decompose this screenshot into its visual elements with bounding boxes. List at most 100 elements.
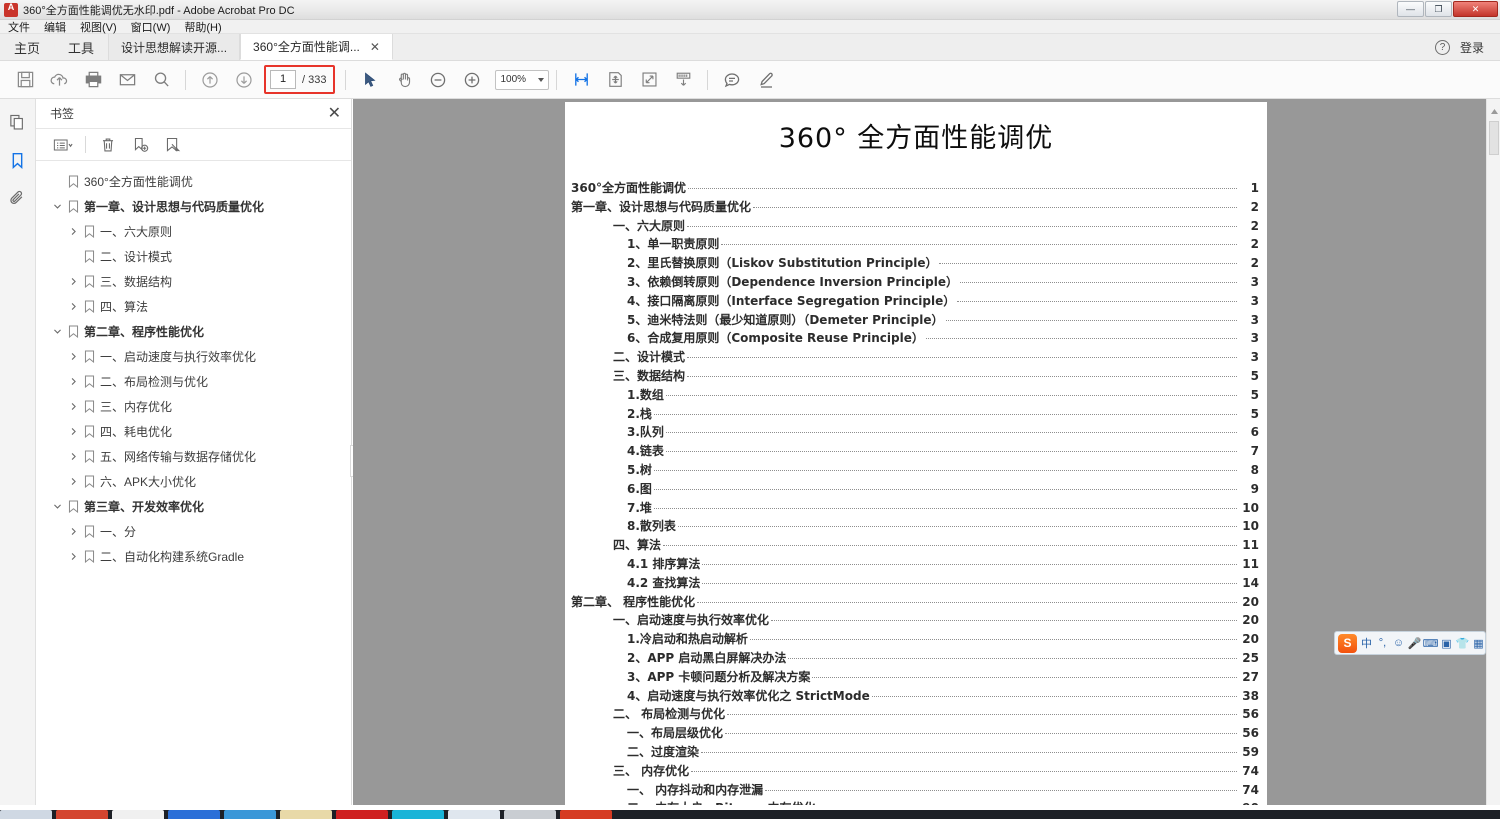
- minimize-button[interactable]: —: [1397, 1, 1424, 17]
- document-tab-2[interactable]: 360°全方面性能调... ✕: [240, 34, 393, 60]
- toc-entry[interactable]: 1、单一职责原则 2: [571, 235, 1259, 254]
- toc-entry[interactable]: 2.栈 5: [571, 405, 1259, 424]
- page-number-input[interactable]: 1: [270, 70, 296, 89]
- bookmark-item[interactable]: 360°全方面性能调优: [36, 169, 351, 194]
- page-thumbnails-icon[interactable]: [4, 109, 32, 135]
- taskbar-item[interactable]: [56, 810, 108, 819]
- taskbar-item[interactable]: [504, 810, 556, 819]
- windows-taskbar[interactable]: [0, 810, 1500, 819]
- taskbar-item[interactable]: [560, 810, 612, 819]
- bookmark-options-icon[interactable]: [48, 132, 78, 158]
- bookmark-item[interactable]: 第一章、设计思想与代码质量优化: [36, 194, 351, 219]
- toc-entry[interactable]: 8.散列表 10: [571, 517, 1259, 536]
- chevron-right-icon[interactable]: [66, 375, 80, 389]
- toc-entry[interactable]: 1.数组 5: [571, 386, 1259, 405]
- new-bookmark-icon[interactable]: [125, 132, 155, 158]
- toc-entry[interactable]: 4.链表 7: [571, 442, 1259, 461]
- toc-entry[interactable]: 5、迪米特法则（最少知道原则）（Demeter Principle） 3: [571, 311, 1259, 330]
- toc-entry[interactable]: 第二章、 程序性能优化 20: [571, 593, 1259, 612]
- toc-entry[interactable]: 3、APP 卡顿问题分析及解决方案 27: [571, 668, 1259, 687]
- select-tool-icon[interactable]: [353, 65, 387, 95]
- fit-page-icon[interactable]: [598, 65, 632, 95]
- taskbar-item[interactable]: [112, 810, 164, 819]
- taskbar-item[interactable]: [168, 810, 220, 819]
- toc-entry[interactable]: 四、算法 11: [571, 536, 1259, 555]
- menu-item-view[interactable]: 视图(V): [80, 19, 117, 35]
- bookmark-item[interactable]: 三、数据结构: [36, 269, 351, 294]
- search-icon[interactable]: [144, 65, 178, 95]
- document-viewport[interactable]: 360° 全方面性能调优 360°全方面性能调优 1 第一章、设计思想与代码质量优化…: [353, 99, 1486, 805]
- toc-entry[interactable]: 二、设计模式 3: [571, 348, 1259, 367]
- hand-tool-icon[interactable]: [387, 65, 421, 95]
- bookmark-item[interactable]: 五、网络传输与数据存储优化: [36, 444, 351, 469]
- zoom-out-icon[interactable]: [421, 65, 455, 95]
- menu-item-edit[interactable]: 编辑: [44, 19, 66, 35]
- chevron-right-icon[interactable]: [66, 525, 80, 539]
- ime-chinese-mode-icon[interactable]: 中: [1360, 635, 1373, 651]
- close-icon[interactable]: ✕: [370, 40, 380, 54]
- toc-entry[interactable]: 一、 内存抖动和内存泄漏 74: [571, 781, 1259, 800]
- email-icon[interactable]: [110, 65, 144, 95]
- taskbar-item[interactable]: [280, 810, 332, 819]
- toc-entry[interactable]: 二、 布局检测与优化 56: [571, 705, 1259, 724]
- ime-skin-icon[interactable]: 👕: [1456, 637, 1470, 650]
- menu-item-help[interactable]: 帮助(H): [184, 19, 221, 35]
- chevron-down-icon[interactable]: [50, 500, 64, 514]
- sogou-logo-icon[interactable]: S: [1338, 633, 1357, 653]
- zoom-in-icon[interactable]: [455, 65, 489, 95]
- bookmark-item[interactable]: 一、分: [36, 519, 351, 544]
- bookmark-item[interactable]: 二、自动化构建系统Gradle: [36, 544, 351, 569]
- previous-page-icon[interactable]: [193, 65, 227, 95]
- taskbar-item[interactable]: [224, 810, 276, 819]
- toc-entry[interactable]: 4.1 排序算法 11: [571, 555, 1259, 574]
- taskbar-item[interactable]: [336, 810, 388, 819]
- toc-entry[interactable]: 2、APP 启动黑白屏解决办法 25: [571, 649, 1259, 668]
- attachments-icon[interactable]: [4, 185, 32, 211]
- help-icon[interactable]: ?: [1434, 39, 1450, 55]
- bookmark-item[interactable]: 四、耗电优化: [36, 419, 351, 444]
- menu-item-window[interactable]: 窗口(W): [131, 19, 171, 35]
- toc-entry[interactable]: 三、数据结构 5: [571, 367, 1259, 386]
- bookmarks-icon[interactable]: [4, 147, 32, 173]
- signin-button[interactable]: 登录: [1460, 39, 1484, 56]
- scroll-mode-icon[interactable]: [666, 65, 700, 95]
- menu-item-file[interactable]: 文件: [8, 19, 30, 35]
- toc-entry[interactable]: 一、六大原则 2: [571, 217, 1259, 236]
- bookmark-item[interactable]: 四、算法: [36, 294, 351, 319]
- toc-entry[interactable]: 二、过度渲染 59: [571, 743, 1259, 762]
- toc-entry[interactable]: 3.队列 6: [571, 423, 1259, 442]
- chevron-right-icon[interactable]: [66, 475, 80, 489]
- chevron-right-icon[interactable]: [66, 350, 80, 364]
- ime-emoji-icon[interactable]: ☺: [1392, 637, 1405, 649]
- chevron-right-icon[interactable]: [66, 275, 80, 289]
- ime-toolbox-icon[interactable]: ▣: [1440, 637, 1453, 650]
- zoom-level-select[interactable]: 100%: [495, 69, 550, 90]
- chevron-right-icon[interactable]: [66, 425, 80, 439]
- fit-width-icon[interactable]: [564, 65, 598, 95]
- ime-soft-keyboard-icon[interactable]: ⌨: [1423, 637, 1439, 650]
- toc-entry[interactable]: 6.图 9: [571, 480, 1259, 499]
- vertical-scrollbar[interactable]: [1486, 99, 1500, 805]
- chevron-right-icon[interactable]: [66, 550, 80, 564]
- toc-entry[interactable]: 二． 内存大户，Bitmap 内存优化 90: [571, 799, 1259, 805]
- ime-punctuation-icon[interactable]: °,: [1376, 637, 1389, 649]
- chevron-right-icon[interactable]: [66, 225, 80, 239]
- toc-entry[interactable]: 1.冷启动和热启动解析 20: [571, 630, 1259, 649]
- save-icon[interactable]: [8, 65, 42, 95]
- home-button[interactable]: 主页: [0, 34, 54, 60]
- bookmark-item[interactable]: 二、布局检测与优化: [36, 369, 351, 394]
- ime-voice-input-icon[interactable]: 🎤: [1408, 637, 1422, 650]
- taskbar-item[interactable]: [392, 810, 444, 819]
- toc-entry[interactable]: 第一章、设计思想与代码质量优化 2: [571, 198, 1259, 217]
- toc-entry[interactable]: 6、合成复用原则（Composite Reuse Principle） 3: [571, 329, 1259, 348]
- toc-entry[interactable]: 5.树 8: [571, 461, 1259, 480]
- toc-entry[interactable]: 360°全方面性能调优 1: [571, 179, 1259, 198]
- chevron-down-icon[interactable]: [50, 200, 64, 214]
- chevron-down-icon[interactable]: [50, 325, 64, 339]
- bookmark-item[interactable]: 六、APK大小优化: [36, 469, 351, 494]
- next-page-icon[interactable]: [227, 65, 261, 95]
- close-icon[interactable]: ✕: [328, 105, 341, 122]
- delete-bookmark-icon[interactable]: [93, 132, 123, 158]
- find-bookmark-icon[interactable]: [157, 132, 187, 158]
- chevron-right-icon[interactable]: [66, 400, 80, 414]
